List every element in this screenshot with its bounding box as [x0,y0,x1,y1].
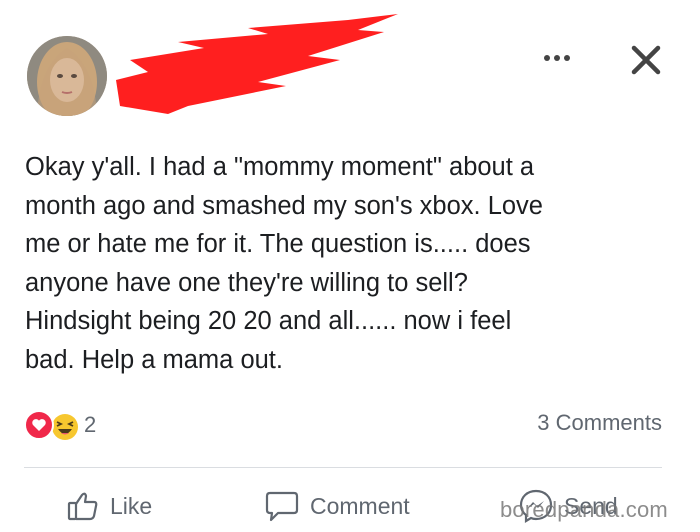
thumbs-up-icon [66,489,100,523]
speech-bubble-icon [264,489,300,523]
comment-button[interactable]: Comment [264,486,410,526]
facebook-post: Okay y'all. I had a "mommy moment" about… [0,0,700,532]
divider [24,467,662,468]
reaction-count: 2 [84,412,97,437]
avatar[interactable] [27,36,107,116]
like-button[interactable]: Like [66,486,152,526]
reactions-summary[interactable]: 2 [24,408,96,442]
heart-icon [24,410,54,440]
redacted-name [108,10,408,120]
comment-label: Comment [310,492,410,519]
like-label: Like [110,492,153,519]
more-options-icon[interactable] [537,46,577,70]
close-icon[interactable] [626,40,666,80]
watermark: boredpanda.com [500,497,668,522]
comments-count-link[interactable]: 3 Comments [537,410,662,436]
post-text: Okay y'all. I had a "mommy moment" about… [25,153,543,374]
